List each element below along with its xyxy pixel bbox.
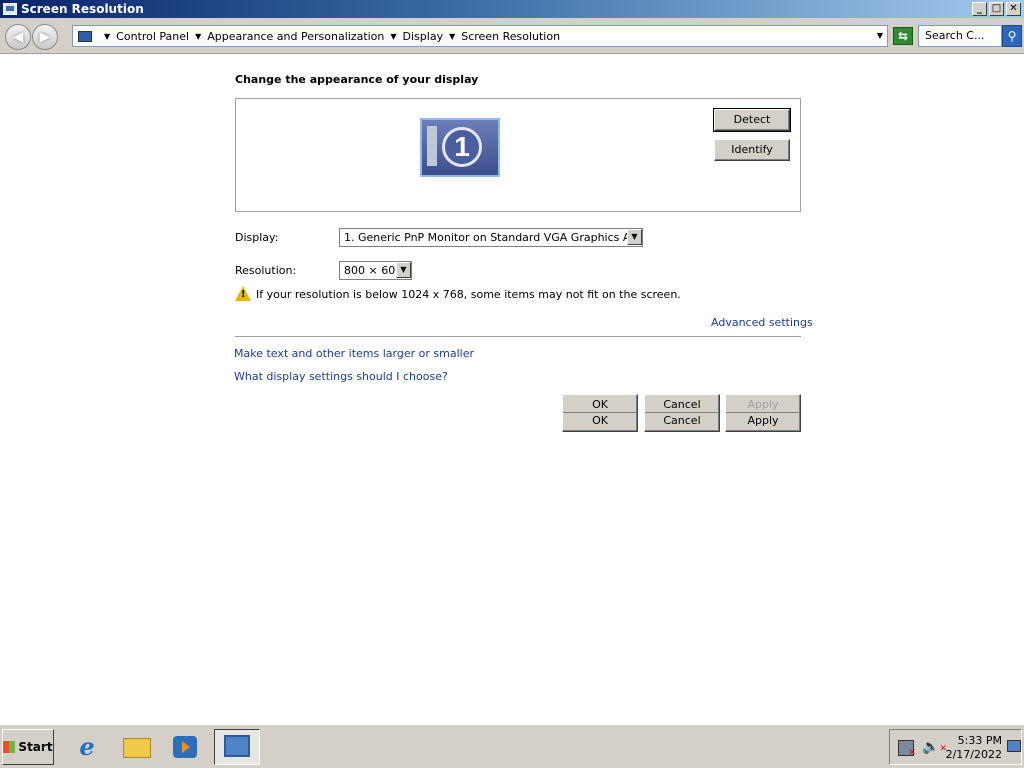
address-bar[interactable]: ▼ Control Panel ▼ Appearance and Persona… [72, 25, 888, 47]
detect-button[interactable]: Detect [713, 108, 791, 132]
network-disconnected-icon[interactable] [898, 740, 916, 758]
advanced-settings-link[interactable]: Advanced settings [711, 316, 813, 329]
breadcrumb-arrow-icon[interactable]: ▼ [104, 32, 110, 41]
apply-label: Apply [747, 414, 779, 427]
ok-label: OK [592, 398, 608, 411]
monitor-arrangement-panel: 1 Detect Identify [235, 98, 801, 212]
clock[interactable]: 5:33 PM 2/17/2022 [942, 734, 1002, 762]
chevron-down-icon[interactable]: ▼ [396, 262, 411, 278]
breadcrumb-control-panel[interactable]: Control Panel [116, 30, 189, 43]
cancel-label: Cancel [663, 414, 701, 427]
display-select-value: 1. Generic PnP Monitor on Standard VGA G… [344, 231, 643, 244]
button-divider [645, 412, 719, 413]
refresh-button[interactable]: ⇆ [893, 27, 913, 45]
button-divider [563, 412, 637, 413]
resolution-warning: If your resolution is below 1024 x 768, … [256, 288, 681, 301]
apply-label: Apply [747, 398, 779, 411]
identify-button[interactable]: Identify [714, 139, 790, 161]
address-dropdown-icon[interactable]: ▼ [877, 31, 883, 40]
divider [235, 336, 801, 337]
windows-explorer-icon[interactable] [120, 730, 154, 764]
display-app-icon [3, 3, 17, 15]
breadcrumb-arrow-icon[interactable]: ▼ [449, 32, 455, 41]
close-button[interactable]: ✕ [1006, 2, 1021, 16]
ok-button[interactable]: OK OK [562, 394, 638, 432]
resolution-select-value: 800 × 600 [344, 264, 403, 277]
taskbar: Start e 🔈✕ 5:33 PM 2/17/2022 [0, 724, 1024, 768]
control-panel-icon [78, 30, 92, 42]
text-size-link[interactable]: Make text and other items larger or smal… [234, 347, 474, 360]
breadcrumb-arrow-icon[interactable]: ▼ [390, 32, 396, 41]
page-heading: Change the appearance of your display [235, 73, 479, 86]
apply-button[interactable]: Apply Apply [725, 394, 801, 432]
search-input[interactable]: Search C... [918, 25, 1002, 47]
monitor-1-icon[interactable]: 1 [420, 118, 500, 177]
address-toolbar: ◀ ▶ ▼ Control Panel ▼ Appearance and Per… [0, 18, 1024, 54]
back-button[interactable]: ◀ [5, 24, 31, 50]
monitor-screen-detail [427, 126, 437, 166]
search-icon: ⚲ [1007, 29, 1017, 43]
start-label: Start [18, 740, 53, 754]
ok-label: OK [592, 414, 608, 427]
display-select[interactable]: 1. Generic PnP Monitor on Standard VGA G… [339, 228, 643, 247]
start-button[interactable]: Start [2, 729, 54, 765]
resolution-label: Resolution: [235, 264, 297, 277]
maximize-button[interactable]: □ [989, 2, 1004, 16]
cancel-button[interactable]: Cancel Cancel [644, 394, 720, 432]
display-settings-icon[interactable] [214, 729, 260, 765]
resolution-select[interactable]: 800 × 600 ▼ [339, 261, 412, 280]
forward-arrow-icon: ▶ [39, 29, 51, 45]
breadcrumb-appearance[interactable]: Appearance and Personalization [207, 30, 384, 43]
title-bar: Screen Resolution _ □ ✕ [0, 0, 1024, 18]
breadcrumb-display[interactable]: Display [403, 30, 444, 43]
refresh-icon: ⇆ [897, 29, 909, 43]
minimize-button[interactable]: _ [972, 2, 987, 16]
cancel-label: Cancel [663, 398, 701, 411]
display-help-link[interactable]: What display settings should I choose? [234, 370, 448, 383]
window-title: Screen Resolution [21, 2, 144, 16]
button-divider [726, 412, 800, 413]
forward-button[interactable]: ▶ [32, 24, 58, 50]
clock-time: 5:33 PM [957, 734, 1002, 747]
show-desktop-icon[interactable] [1007, 740, 1021, 752]
clock-date: 2/17/2022 [945, 748, 1002, 761]
warning-icon: ! [235, 286, 251, 301]
breadcrumb-screen-resolution[interactable]: Screen Resolution [461, 30, 560, 43]
search-button[interactable]: ⚲ [1002, 25, 1022, 47]
back-arrow-icon: ◀ [12, 29, 24, 45]
monitor-number: 1 [442, 127, 482, 167]
internet-explorer-icon[interactable]: e [70, 730, 104, 764]
windows-logo-icon [3, 741, 16, 753]
display-label: Display: [235, 231, 279, 244]
chevron-down-icon[interactable]: ▼ [627, 229, 642, 245]
system-tray: 🔈✕ 5:33 PM 2/17/2022 [889, 729, 1022, 765]
breadcrumb-arrow-icon[interactable]: ▼ [195, 32, 201, 41]
media-player-icon[interactable] [168, 730, 202, 764]
